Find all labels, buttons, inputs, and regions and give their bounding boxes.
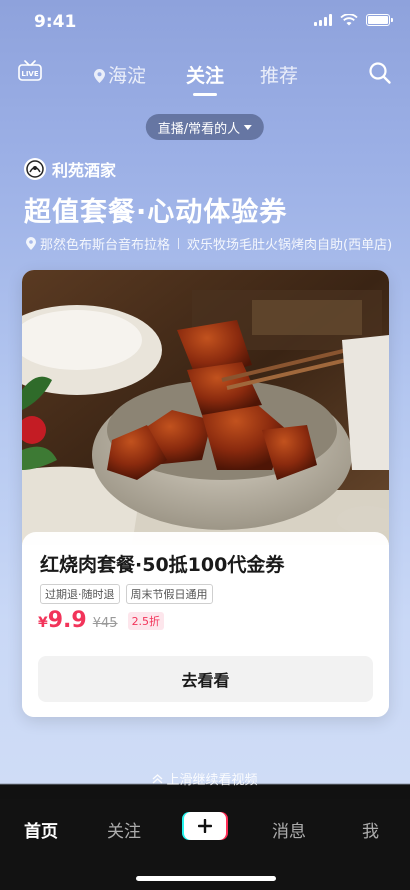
battery-icon: [366, 14, 393, 26]
deal-tag: 周末节假日通用: [125, 584, 213, 604]
home-indicator: [136, 876, 276, 881]
tab-location-label: 海淀: [108, 65, 147, 87]
tab-location[interactable]: 海淀: [94, 61, 146, 88]
location-pin-icon: [26, 237, 36, 250]
tab-following[interactable]: 关注: [107, 817, 141, 842]
top-nav: LIVE 海淀 关注 推荐: [0, 56, 410, 96]
wifi-icon: [340, 14, 358, 26]
tab-home[interactable]: 首页: [24, 817, 58, 842]
status-icons: [314, 14, 393, 26]
view-deal-button[interactable]: 去看看: [38, 656, 373, 702]
svg-text:LIVE: LIVE: [21, 70, 38, 78]
discount-badge: 2.5折: [127, 611, 165, 630]
merchant-name: 利苑酒家: [52, 161, 117, 180]
price-row: ¥9.9 ¥45 2.5折: [38, 608, 165, 633]
swipe-hint-label: 上滑继续看视频: [166, 773, 258, 788]
location-pin-icon: [94, 69, 105, 83]
deal-info-panel: 红烧肉套餐·50抵100代金券 过期退·随时退 周末节假日通用 ¥9.9 ¥45…: [22, 532, 389, 717]
tab-recommend[interactable]: 推荐: [260, 61, 298, 88]
create-button[interactable]: [182, 812, 228, 840]
search-icon[interactable]: [368, 61, 392, 85]
location-line: 那然色布斯台音布拉格 欢乐牧场毛肚火锅烤肉自助(西单店): [26, 234, 392, 253]
plus-icon: [184, 812, 226, 840]
merchant-logo-icon: [25, 159, 45, 179]
tab-messages[interactable]: 消息: [272, 817, 306, 842]
price-value: 9.9: [47, 608, 87, 633]
live-tv-icon[interactable]: LIVE: [18, 60, 42, 82]
filter-chip[interactable]: 直播/常看的人: [145, 114, 265, 140]
price-currency: ¥: [38, 615, 48, 631]
deal-price: ¥9.9: [38, 608, 87, 633]
deal-card[interactable]: 红烧肉套餐·50抵100代金券 过期退·随时退 周末节假日通用 ¥9.9 ¥45…: [22, 270, 389, 717]
filter-chip-label: 直播/常看的人: [157, 121, 241, 137]
merchant[interactable]: 利苑酒家: [24, 157, 116, 181]
status-bar: 9:41: [0, 0, 410, 44]
tab-me[interactable]: 我: [362, 817, 379, 842]
swipe-hint: 上滑继续看视频: [0, 769, 410, 788]
location-first: 那然色布斯台音布拉格: [40, 238, 171, 253]
deal-tags: 过期退·随时退 周末节假日通用: [40, 584, 213, 604]
signal-icon: [314, 14, 332, 26]
location-second: 欢乐牧场毛肚火锅烤肉自助(西单店): [187, 238, 393, 253]
merchant-avatar: [24, 158, 46, 180]
deal-tag: 过期退·随时退: [40, 584, 120, 604]
promo-headline: 超值套餐·心动体验券: [24, 197, 288, 228]
double-chevron-up-icon: [153, 774, 163, 784]
caret-down-icon: [244, 124, 253, 130]
status-time: 9:41: [34, 12, 77, 32]
tab-follow[interactable]: 关注: [186, 61, 224, 96]
food-photo: [22, 270, 389, 545]
original-price: ¥45: [92, 616, 118, 631]
deal-title: 红烧肉套餐·50抵100代金券: [40, 554, 285, 576]
divider: [178, 238, 180, 249]
